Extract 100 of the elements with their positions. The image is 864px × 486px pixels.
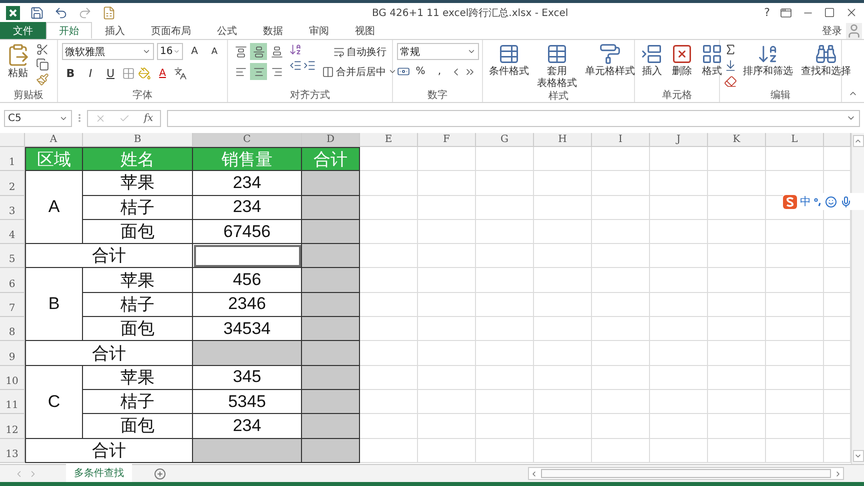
app-logo-icon[interactable] bbox=[6, 6, 20, 20]
grid-cell[interactable] bbox=[650, 317, 708, 342]
row-number[interactable]: 2 bbox=[0, 171, 25, 196]
grid-cell[interactable] bbox=[650, 268, 708, 293]
column-header[interactable]: F bbox=[418, 133, 476, 147]
grid-cell[interactable] bbox=[360, 196, 418, 220]
cell-button[interactable]: 删除 bbox=[669, 43, 695, 89]
comma-button[interactable]: , bbox=[431, 63, 448, 80]
grid-cell[interactable] bbox=[534, 341, 592, 366]
select-all-corner[interactable] bbox=[0, 133, 25, 147]
grid-cell[interactable] bbox=[592, 317, 650, 342]
grid-cell[interactable] bbox=[650, 220, 708, 244]
grid-cell[interactable] bbox=[766, 414, 824, 439]
grid-cell[interactable] bbox=[650, 292, 708, 318]
grid-cell[interactable] bbox=[534, 196, 592, 220]
grid-cell[interactable] bbox=[708, 244, 766, 268]
horizontal-scrollbar[interactable] bbox=[528, 467, 844, 480]
grid-cell[interactable] bbox=[534, 366, 592, 390]
grid-cell[interactable] bbox=[360, 414, 418, 439]
horizontal-align-button[interactable] bbox=[250, 63, 267, 80]
column-header[interactable]: L bbox=[766, 133, 824, 147]
grid-cell[interactable] bbox=[418, 390, 476, 414]
grid-cell[interactable] bbox=[534, 244, 592, 268]
grid-cell[interactable] bbox=[766, 390, 824, 414]
grid-cell[interactable] bbox=[418, 147, 476, 172]
row-number[interactable]: 11 bbox=[0, 390, 25, 414]
grid-cell[interactable] bbox=[650, 171, 708, 196]
grid-cell[interactable] bbox=[418, 196, 476, 220]
merge-center-button[interactable]: 合并后居中 bbox=[320, 63, 399, 80]
grid-cell[interactable] bbox=[708, 366, 766, 390]
cell-button[interactable]: 插入 bbox=[639, 43, 665, 89]
grid-cell[interactable] bbox=[476, 220, 534, 244]
wrap-text-button[interactable]: 自动换行 bbox=[320, 43, 399, 60]
grid-cell[interactable] bbox=[592, 390, 650, 414]
italic-button[interactable]: I bbox=[82, 65, 99, 82]
emoji-icon[interactable] bbox=[825, 196, 837, 208]
grid-cell[interactable] bbox=[534, 171, 592, 196]
column-header[interactable]: A bbox=[25, 133, 83, 147]
paste-button[interactable]: 粘贴 bbox=[4, 43, 32, 89]
font-color-button[interactable]: A bbox=[154, 65, 171, 82]
row-number[interactable]: 10 bbox=[0, 366, 25, 390]
grid-cell[interactable] bbox=[766, 244, 824, 268]
grid-cell[interactable] bbox=[708, 171, 766, 196]
grid-cell[interactable] bbox=[476, 292, 534, 318]
grid-cell[interactable] bbox=[476, 438, 534, 463]
grid-cell[interactable] bbox=[476, 147, 534, 172]
grid-cell[interactable] bbox=[476, 390, 534, 414]
grid-cell[interactable] bbox=[592, 341, 650, 366]
grid-cell[interactable] bbox=[418, 244, 476, 268]
column-header[interactable]: E bbox=[360, 133, 418, 147]
font-size-field[interactable]: 16 bbox=[157, 43, 183, 60]
grid-cell[interactable] bbox=[476, 341, 534, 366]
table-cell[interactable] bbox=[193, 244, 302, 268]
scroll-up-button[interactable] bbox=[852, 135, 864, 147]
grid-cell[interactable] bbox=[708, 268, 766, 293]
grid-cell[interactable] bbox=[766, 268, 824, 293]
column-header[interactable]: J bbox=[650, 133, 708, 147]
cell-button[interactable]: 格式 bbox=[699, 43, 725, 89]
grid-cell[interactable] bbox=[708, 292, 766, 318]
grid-cell[interactable] bbox=[534, 220, 592, 244]
grid-cell[interactable] bbox=[476, 196, 534, 220]
grid-cell[interactable] bbox=[650, 366, 708, 390]
sign-in-link[interactable]: 登录 bbox=[822, 24, 842, 38]
insert-function-button[interactable]: fx bbox=[144, 112, 154, 124]
grid-cell[interactable] bbox=[708, 317, 766, 342]
add-sheet-icon[interactable] bbox=[154, 468, 166, 480]
file-tab[interactable]: 文件 bbox=[0, 22, 46, 39]
grid-cell[interactable] bbox=[766, 317, 824, 342]
column-header[interactable]: G bbox=[476, 133, 534, 147]
ribbon-tab[interactable]: 开始 bbox=[46, 22, 92, 39]
style-button[interactable]: 条件格式 bbox=[487, 43, 531, 90]
grid-cell[interactable] bbox=[766, 147, 824, 172]
grid-cell[interactable] bbox=[476, 317, 534, 342]
row-number[interactable]: 1 bbox=[0, 147, 25, 172]
row-number[interactable]: 9 bbox=[0, 341, 25, 366]
grid-cell[interactable] bbox=[592, 438, 650, 463]
grid-cell[interactable] bbox=[418, 438, 476, 463]
grid-cell[interactable] bbox=[650, 414, 708, 439]
grid-cell[interactable] bbox=[418, 414, 476, 439]
grid-cell[interactable] bbox=[418, 341, 476, 366]
scroll-down-button[interactable] bbox=[852, 450, 864, 462]
grid-cell[interactable] bbox=[418, 171, 476, 196]
style-button[interactable]: 单元格样式 bbox=[583, 43, 637, 90]
grid-cell[interactable] bbox=[360, 268, 418, 293]
grid-cell[interactable] bbox=[418, 220, 476, 244]
font-field[interactable]: 微软雅黑 bbox=[62, 43, 154, 60]
grid-cell[interactable] bbox=[592, 292, 650, 318]
grid-cell[interactable] bbox=[650, 341, 708, 366]
microphone-icon[interactable] bbox=[840, 196, 852, 208]
grid-cell[interactable] bbox=[592, 196, 650, 220]
column-header[interactable]: H bbox=[534, 133, 592, 147]
row-number[interactable]: 3 bbox=[0, 196, 25, 220]
grid-cell[interactable] bbox=[708, 414, 766, 439]
grid-cell[interactable] bbox=[708, 341, 766, 366]
grid-cell[interactable] bbox=[360, 390, 418, 414]
grid-cell[interactable] bbox=[708, 147, 766, 172]
percent-button[interactable]: % bbox=[412, 63, 429, 80]
grid-cell[interactable] bbox=[650, 147, 708, 172]
grid-cell[interactable] bbox=[418, 268, 476, 293]
row-number[interactable]: 13 bbox=[0, 438, 25, 463]
